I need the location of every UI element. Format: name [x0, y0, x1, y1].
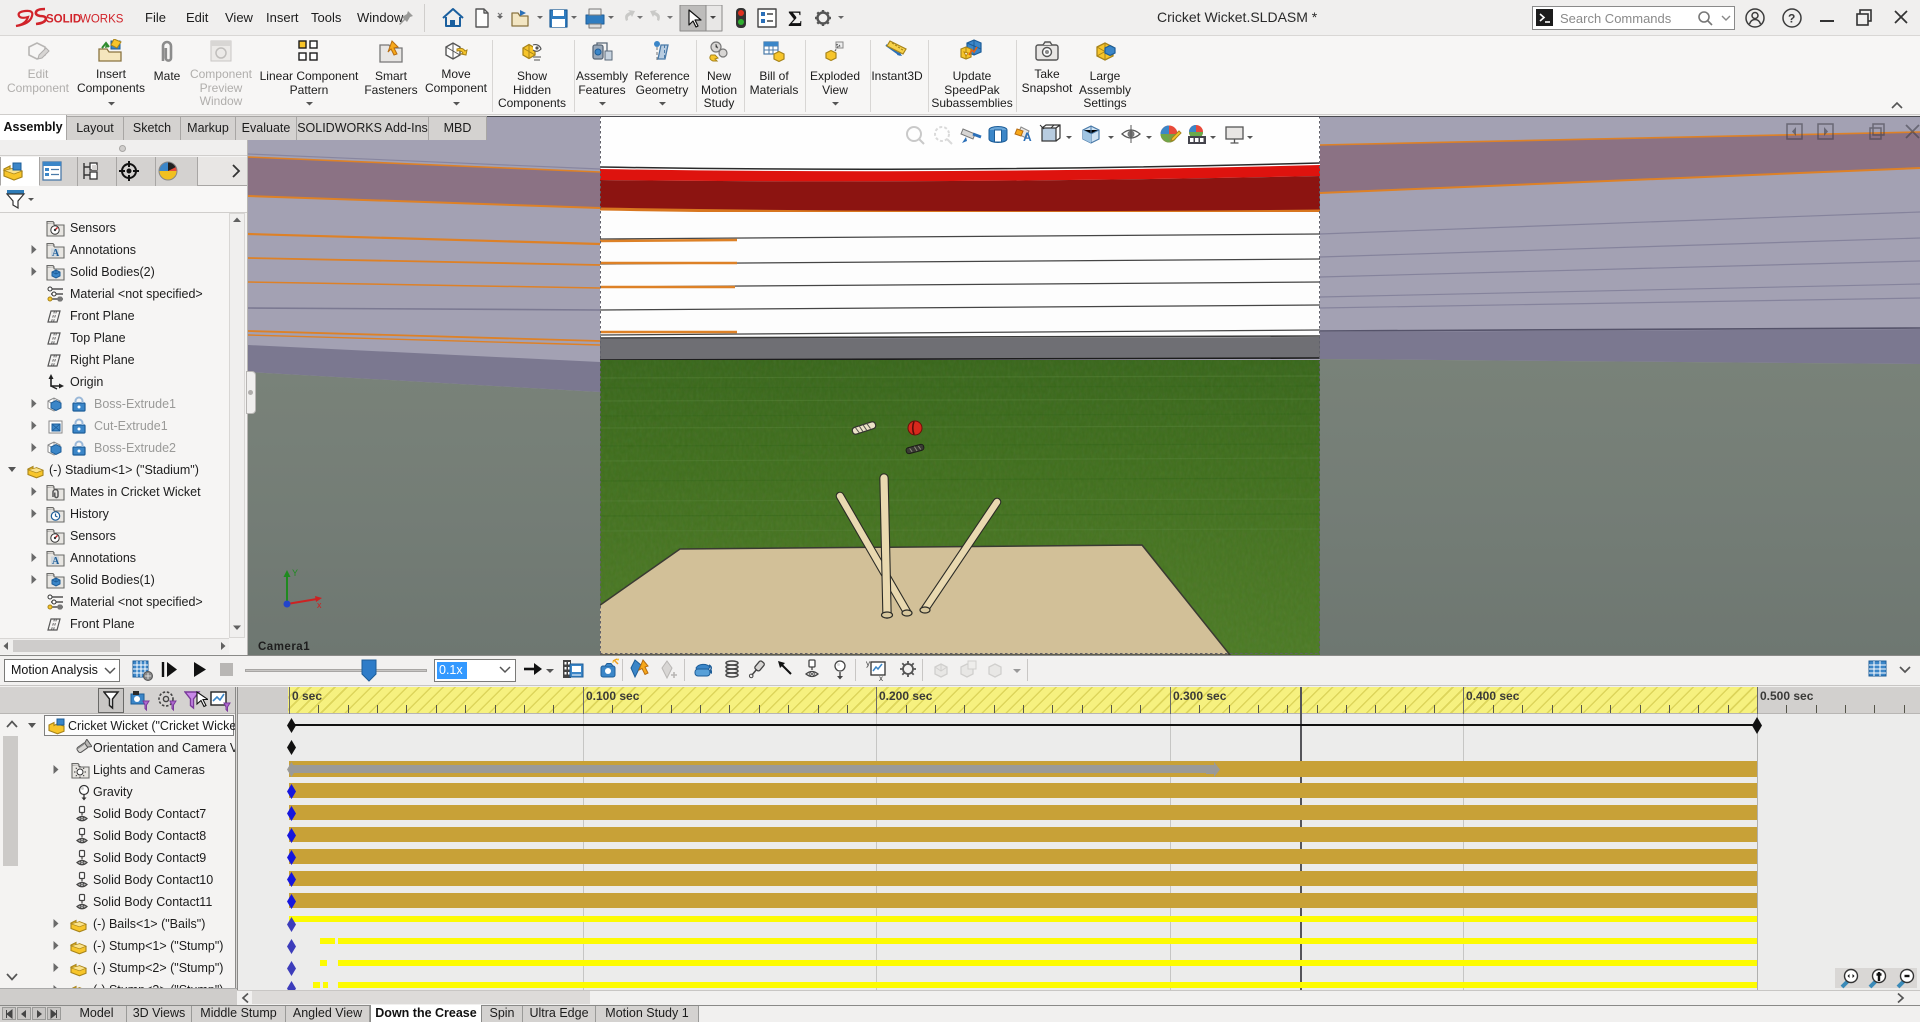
- svg-text:A: A: [52, 556, 60, 567]
- svg-text:Σ: Σ: [788, 6, 802, 31]
- svg-text:WORKS: WORKS: [80, 14, 124, 26]
- svg-text:?: ?: [1788, 12, 1795, 26]
- svg-text:SOLID: SOLID: [46, 14, 81, 26]
- svg-text:x: x: [317, 600, 322, 610]
- svg-text:x: x: [879, 674, 883, 682]
- svg-text:A: A: [52, 248, 60, 259]
- svg-text:A: A: [1023, 130, 1032, 144]
- svg-text:Y: Y: [292, 568, 298, 578]
- svg-text:y: y: [866, 659, 870, 668]
- svg-text:Camera1: Camera1: [258, 641, 310, 653]
